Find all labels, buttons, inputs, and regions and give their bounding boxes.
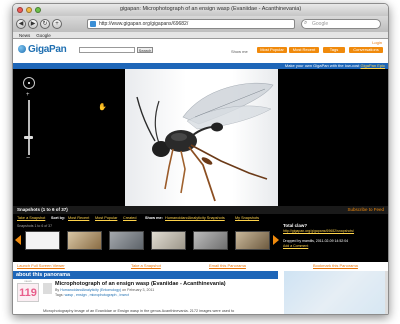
- panorama-image[interactable]: [125, 69, 278, 206]
- site-icon: [90, 21, 96, 27]
- take-snapshot-link-bottom[interactable]: Take a Snapshot: [131, 262, 161, 270]
- tab-most-recent[interactable]: Most Recent: [289, 47, 319, 53]
- wasp-image: [136, 82, 274, 202]
- panorama-description: Microphotography image of an Evaniidae o…: [43, 309, 235, 313]
- back-button[interactable]: ◀: [16, 19, 26, 29]
- zoom-out-button[interactable]: −: [26, 155, 30, 162]
- forward-button[interactable]: ▶: [28, 19, 38, 29]
- next-snapshots-arrow[interactable]: [273, 235, 279, 245]
- snapshot-thumb[interactable]: [25, 231, 60, 250]
- previous-snapshots-arrow[interactable]: [15, 235, 21, 245]
- browser-window: gigapan: Microphotograph of an ensign wa…: [12, 3, 389, 315]
- bookmark-panorama-link[interactable]: Bookmark this Panorama: [313, 262, 358, 270]
- snapshot-thumb[interactable]: [235, 231, 270, 250]
- author-link[interactable]: HumanoidandAnalyticity (Entomology): [60, 288, 121, 292]
- show-me-snapshots-label: Show me:: [145, 216, 163, 220]
- show-author-snapshots[interactable]: HumanoidandAnalyticity Snapshots: [165, 214, 225, 222]
- snapshot-thumb[interactable]: [193, 231, 228, 250]
- tab-conversations[interactable]: Conversations: [349, 47, 383, 53]
- zoom-slider-track[interactable]: [28, 100, 30, 155]
- snapshot-strip: Snapshots 1 to 6 of 37 Total claw? http:…: [13, 222, 388, 262]
- panorama-date: on February 3, 2011: [122, 288, 155, 292]
- window-controls: [17, 7, 41, 13]
- snapshot-thumb[interactable]: [109, 231, 144, 250]
- snapshot-thumb[interactable]: [67, 231, 102, 250]
- location-map[interactable]: [284, 271, 388, 314]
- snapshot-thumb[interactable]: [151, 231, 186, 250]
- view-count: 119: [17, 283, 39, 302]
- subscribe-feed-link[interactable]: Subscribe to Feed: [347, 206, 384, 214]
- show-me-label: Show me: [231, 49, 248, 54]
- site-header: GigaPan Search Login Show me Most Popula…: [13, 39, 388, 63]
- zoom-slider-handle[interactable]: [24, 136, 33, 139]
- tab-tags[interactable]: Tags: [323, 47, 345, 53]
- promo-text: Make your own GigaPan with the low-cost: [284, 63, 360, 68]
- browser-toolbar: ◀ ▶ ↻ + http://www.gigapan.org/gigapans/…: [13, 16, 388, 32]
- tag-links[interactable]: wasp , ensign , microphotograph , insect: [65, 293, 129, 297]
- pan-control[interactable]: [23, 77, 35, 89]
- zoom-in-button[interactable]: +: [26, 92, 30, 98]
- search-icon: ⌕: [304, 20, 308, 26]
- snapshot-count: Snapshots 1 to 6 of 37: [17, 224, 53, 228]
- by-label: By: [55, 288, 60, 292]
- site-search-input[interactable]: [79, 47, 135, 53]
- close-window-button[interactable]: [17, 7, 23, 13]
- snapshot-detail-link[interactable]: http://gigapan.org/gigapans/69682/snapsh…: [283, 229, 387, 234]
- gigapan-logo-icon: [18, 45, 26, 53]
- launch-fullscreen-link[interactable]: Launch Full Screen Viewer: [17, 262, 65, 270]
- window-title: gigapan: Microphotograph of an ensign wa…: [119, 6, 302, 12]
- sort-most-popular[interactable]: Most Popular: [95, 214, 117, 222]
- add-bookmark-button[interactable]: +: [52, 19, 62, 29]
- reload-button[interactable]: ↻: [40, 19, 50, 29]
- address-bar[interactable]: http://www.gigapan.org/gigapans/69682/: [87, 19, 295, 29]
- bookmark-news[interactable]: News: [19, 32, 30, 38]
- sort-created[interactable]: Created: [123, 214, 137, 222]
- login-link[interactable]: Login: [372, 40, 382, 45]
- panorama-tags: Tags: wasp , ensign , microphotograph , …: [55, 293, 129, 297]
- about-heading: about this panorama: [13, 271, 278, 279]
- snapshot-controls: Take a Snapshot Sort by: Most Recent Mos…: [13, 214, 388, 222]
- sort-label: Sort by:: [51, 216, 66, 220]
- title-bar: gigapan: Microphotograph of an ensign wa…: [13, 4, 388, 16]
- email-panorama-link[interactable]: Email this Panorama: [209, 262, 246, 270]
- panorama-meta: By HumanoidandAnalyticity (Entomology) o…: [55, 288, 154, 292]
- hand-cursor-icon: ✋: [98, 104, 107, 111]
- tags-label: Tags:: [55, 293, 64, 297]
- site-search-button[interactable]: Search: [137, 47, 153, 53]
- sort-most-recent[interactable]: Most Recent: [68, 214, 89, 222]
- page-scrollbar[interactable]: [385, 271, 388, 314]
- snapshots-heading: Snapshots (1 to 6 of 37): [17, 207, 68, 212]
- tab-most-popular[interactable]: Most Popular: [257, 47, 287, 53]
- minimize-window-button[interactable]: [26, 7, 32, 13]
- snapshot-detail: Total claw? http://gigapan.org/gigapans/…: [283, 223, 387, 249]
- panorama-actions: Launch Full Screen Viewer Take a Snapsho…: [13, 262, 388, 270]
- zoom-window-button[interactable]: [35, 7, 41, 13]
- about-panel: views 119 Microphotograph of an ensign w…: [13, 279, 278, 314]
- show-my-snapshots[interactable]: My Snapshots: [235, 214, 259, 222]
- snapshots-header: Snapshots (1 to 6 of 37) Subscribe to Fe…: [13, 206, 388, 214]
- avatar[interactable]: [43, 283, 52, 294]
- google-search-input[interactable]: Google: [301, 19, 381, 29]
- panorama-title: Microphotograph of an ensign wasp (Evani…: [55, 281, 226, 287]
- gigapan-viewer[interactable]: + − ✋: [13, 69, 388, 206]
- bookmarks-bar: News Google: [13, 32, 388, 39]
- take-snapshot-link[interactable]: Take a Snapshot: [17, 214, 45, 222]
- page-content: GigaPan Search Login Show me Most Popula…: [13, 39, 388, 314]
- add-comment-link[interactable]: Add a Comment: [283, 244, 387, 249]
- promo-link[interactable]: GigaPan Epic: [361, 63, 385, 68]
- bookmark-google[interactable]: Google: [36, 32, 51, 38]
- site-logo[interactable]: GigaPan: [28, 44, 67, 55]
